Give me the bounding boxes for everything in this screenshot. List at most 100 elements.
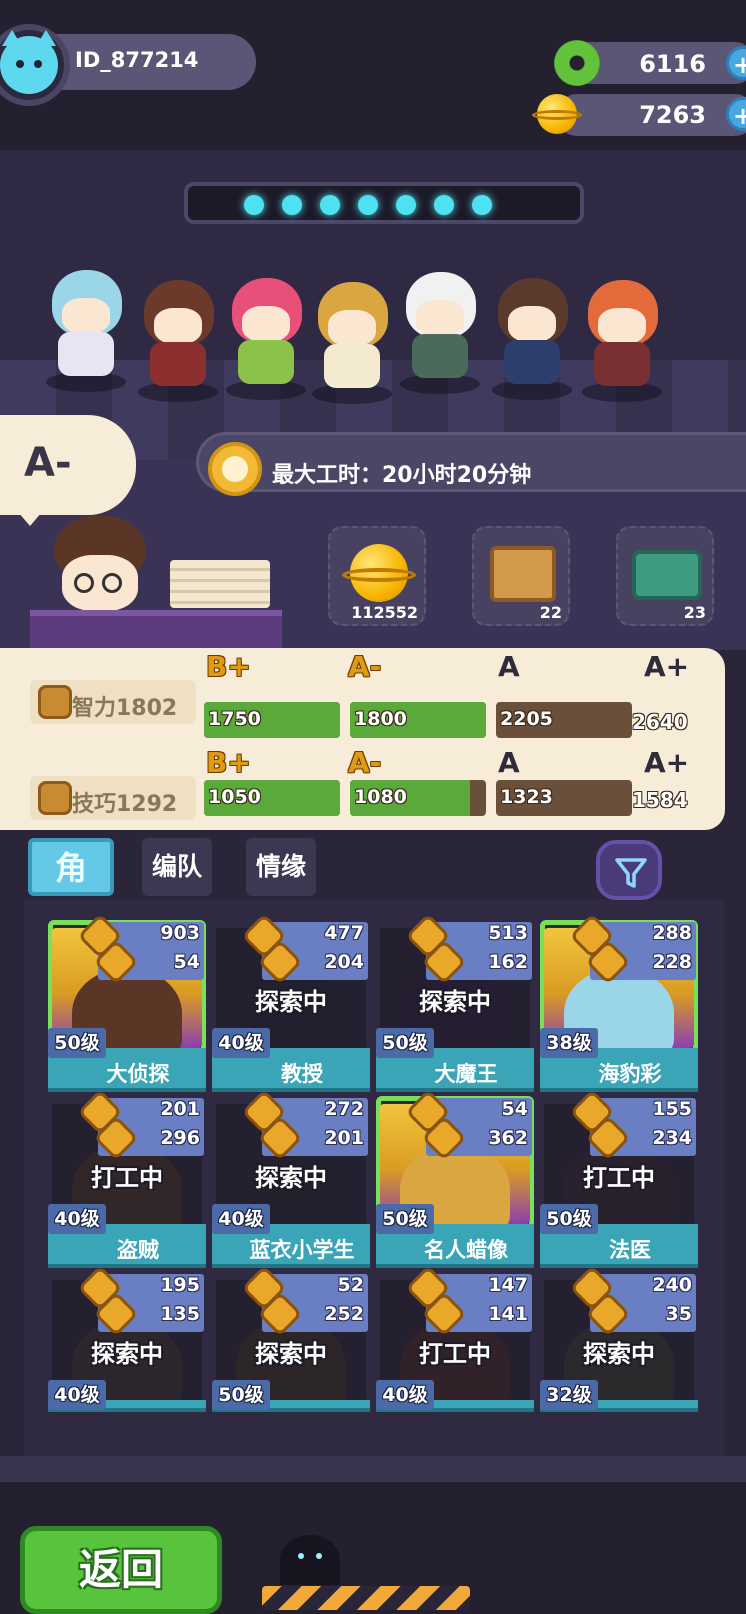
character-card[interactable]: 155 234 打工中 50级 法医 — [540, 1089, 698, 1272]
stat-progress-bar: 1050 — [204, 780, 340, 816]
character-thief[interactable] — [136, 270, 220, 402]
stat-threshold-value: 1750 — [208, 708, 261, 730]
gold-currency-value: 7263 — [639, 101, 706, 129]
character-doctor[interactable] — [580, 270, 664, 402]
character-name: 教授 — [281, 1062, 323, 1086]
character-wax-figure[interactable] — [310, 272, 394, 404]
tab-team[interactable]: 编队 — [142, 838, 212, 896]
max-worktime-label: 最大工时：20小时20分钟 — [272, 463, 532, 488]
level-badge: 40级 — [212, 1204, 270, 1234]
bone-kit-icon — [632, 550, 702, 600]
character-name: 大侦探 — [106, 1062, 170, 1086]
crate-icon — [490, 546, 556, 602]
hammer-stat-icon — [38, 781, 72, 815]
tab-characters[interactable]: 角色 — [28, 838, 114, 939]
ceiling-light-bar — [184, 182, 584, 224]
status-label: 打工中 — [91, 1164, 163, 1192]
skill-value: 228 — [652, 951, 692, 973]
tab-bond[interactable]: 情缘 — [246, 838, 316, 896]
intelligence-stat-label: 智力1802 — [72, 696, 178, 721]
resource-count: 23 — [683, 603, 706, 622]
intelligence-value: 513 — [488, 922, 528, 944]
resource-count: 112552 — [351, 603, 418, 622]
level-badge: 50级 — [376, 1204, 434, 1234]
status-label: 探索中 — [255, 1340, 327, 1368]
grade-bubble-text: A- — [24, 440, 72, 486]
back-button-label[interactable]: 返回 — [20, 1536, 222, 1597]
character-flower[interactable] — [224, 268, 308, 400]
intelligence-value: 155 — [652, 1098, 692, 1120]
level-badge: 50级 — [212, 1380, 270, 1410]
stat-threshold-value: 1080 — [354, 786, 407, 808]
paper-stack — [170, 560, 270, 608]
clerk-character[interactable] — [40, 515, 160, 625]
character-chef[interactable] — [398, 262, 482, 394]
skill-value: 35 — [665, 1303, 692, 1325]
stat-threshold-value: 2205 — [500, 708, 553, 730]
status-label: 打工中 — [583, 1164, 655, 1192]
status-label: 探索中 — [91, 1340, 163, 1368]
character-card[interactable]: 201 296 打工中 40级 盗贼 — [48, 1089, 206, 1272]
resource-slot-crate[interactable]: 22 — [472, 526, 570, 626]
skill-value: 204 — [324, 951, 364, 973]
skill-value: 362 — [488, 1127, 528, 1149]
speech-bubble-tail — [18, 512, 42, 526]
stat-progress-bar: 1800 — [350, 702, 486, 738]
clock-icon — [208, 442, 262, 496]
character-card[interactable]: 513 162 探索中 50级 大魔王 — [376, 913, 534, 1096]
character-name: 盗贼 — [117, 1238, 159, 1262]
intelligence-value: 903 — [160, 922, 200, 944]
character-card[interactable]: 903 54 50级 大侦探 — [48, 913, 206, 1096]
intelligence-value: 195 — [160, 1274, 200, 1296]
level-badge: 40级 — [376, 1380, 434, 1410]
skill-stat-label: 技巧1292 — [72, 792, 178, 817]
character-name: 法医 — [609, 1238, 651, 1262]
status-label: 探索中 — [255, 988, 327, 1016]
intelligence-value: 52 — [337, 1274, 364, 1296]
character-card[interactable]: 54 362 50级 名人蜡像 — [376, 1089, 534, 1272]
intelligence-value: 201 — [160, 1098, 200, 1120]
grade-label: A — [498, 746, 520, 779]
skill-value: 296 — [160, 1127, 200, 1149]
stat-threshold-value: 1323 — [500, 786, 553, 808]
character-card[interactable]: 477 204 探索中 40级 教授 — [212, 913, 370, 1096]
character-card[interactable]: 288 228 38级 海豹彩 — [540, 913, 698, 1096]
character-card[interactable]: 52 252 探索中 50级 — [212, 1265, 370, 1448]
level-badge: 38级 — [540, 1028, 598, 1058]
skill-value: 141 — [488, 1303, 528, 1325]
donut-currency-icon — [554, 40, 600, 86]
stat-progress-bar: 1750 — [204, 702, 340, 738]
skill-value: 162 — [488, 951, 528, 973]
status-label: 探索中 — [419, 988, 491, 1016]
intelligence-value: 147 — [488, 1274, 528, 1296]
stat-max-value: 1584 — [632, 788, 688, 812]
grade-label: A+ — [644, 746, 690, 779]
character-name: 海豹彩 — [598, 1062, 662, 1086]
intelligence-value: 477 — [324, 922, 364, 944]
shadow-creature — [280, 1535, 340, 1585]
resource-slot-gold[interactable]: 112552 — [328, 526, 426, 626]
character-card[interactable]: 195 135 探索中 40级 — [48, 1265, 206, 1448]
clerk-desk — [30, 610, 282, 650]
level-badge: 40级 — [48, 1380, 106, 1410]
grade-label: B+ — [206, 746, 251, 779]
intelligence-value: 240 — [652, 1274, 692, 1296]
hazard-stripe — [262, 1586, 470, 1610]
character-student[interactable] — [490, 268, 574, 400]
bottom-rail — [0, 1456, 746, 1482]
level-badge: 40级 — [212, 1028, 270, 1058]
resource-count: 22 — [539, 603, 562, 622]
resource-slot-kit[interactable]: 23 — [616, 526, 714, 626]
character-card[interactable]: 240 35 探索中 32级 — [540, 1265, 698, 1448]
filter-icon — [615, 858, 647, 888]
skill-value: 201 — [324, 1127, 364, 1149]
filter-button[interactable] — [596, 840, 662, 900]
character-seal[interactable] — [44, 260, 128, 392]
character-card[interactable]: 147 141 打工中 40级 — [376, 1265, 534, 1448]
character-card[interactable]: 272 201 探索中 40级 蓝衣小学生 — [212, 1089, 370, 1272]
skill-value: 234 — [652, 1127, 692, 1149]
character-name: 大魔王 — [434, 1062, 498, 1086]
intelligence-value: 54 — [501, 1098, 528, 1120]
player-id: ID_877214 — [75, 48, 199, 72]
grade-label: A — [498, 650, 520, 683]
